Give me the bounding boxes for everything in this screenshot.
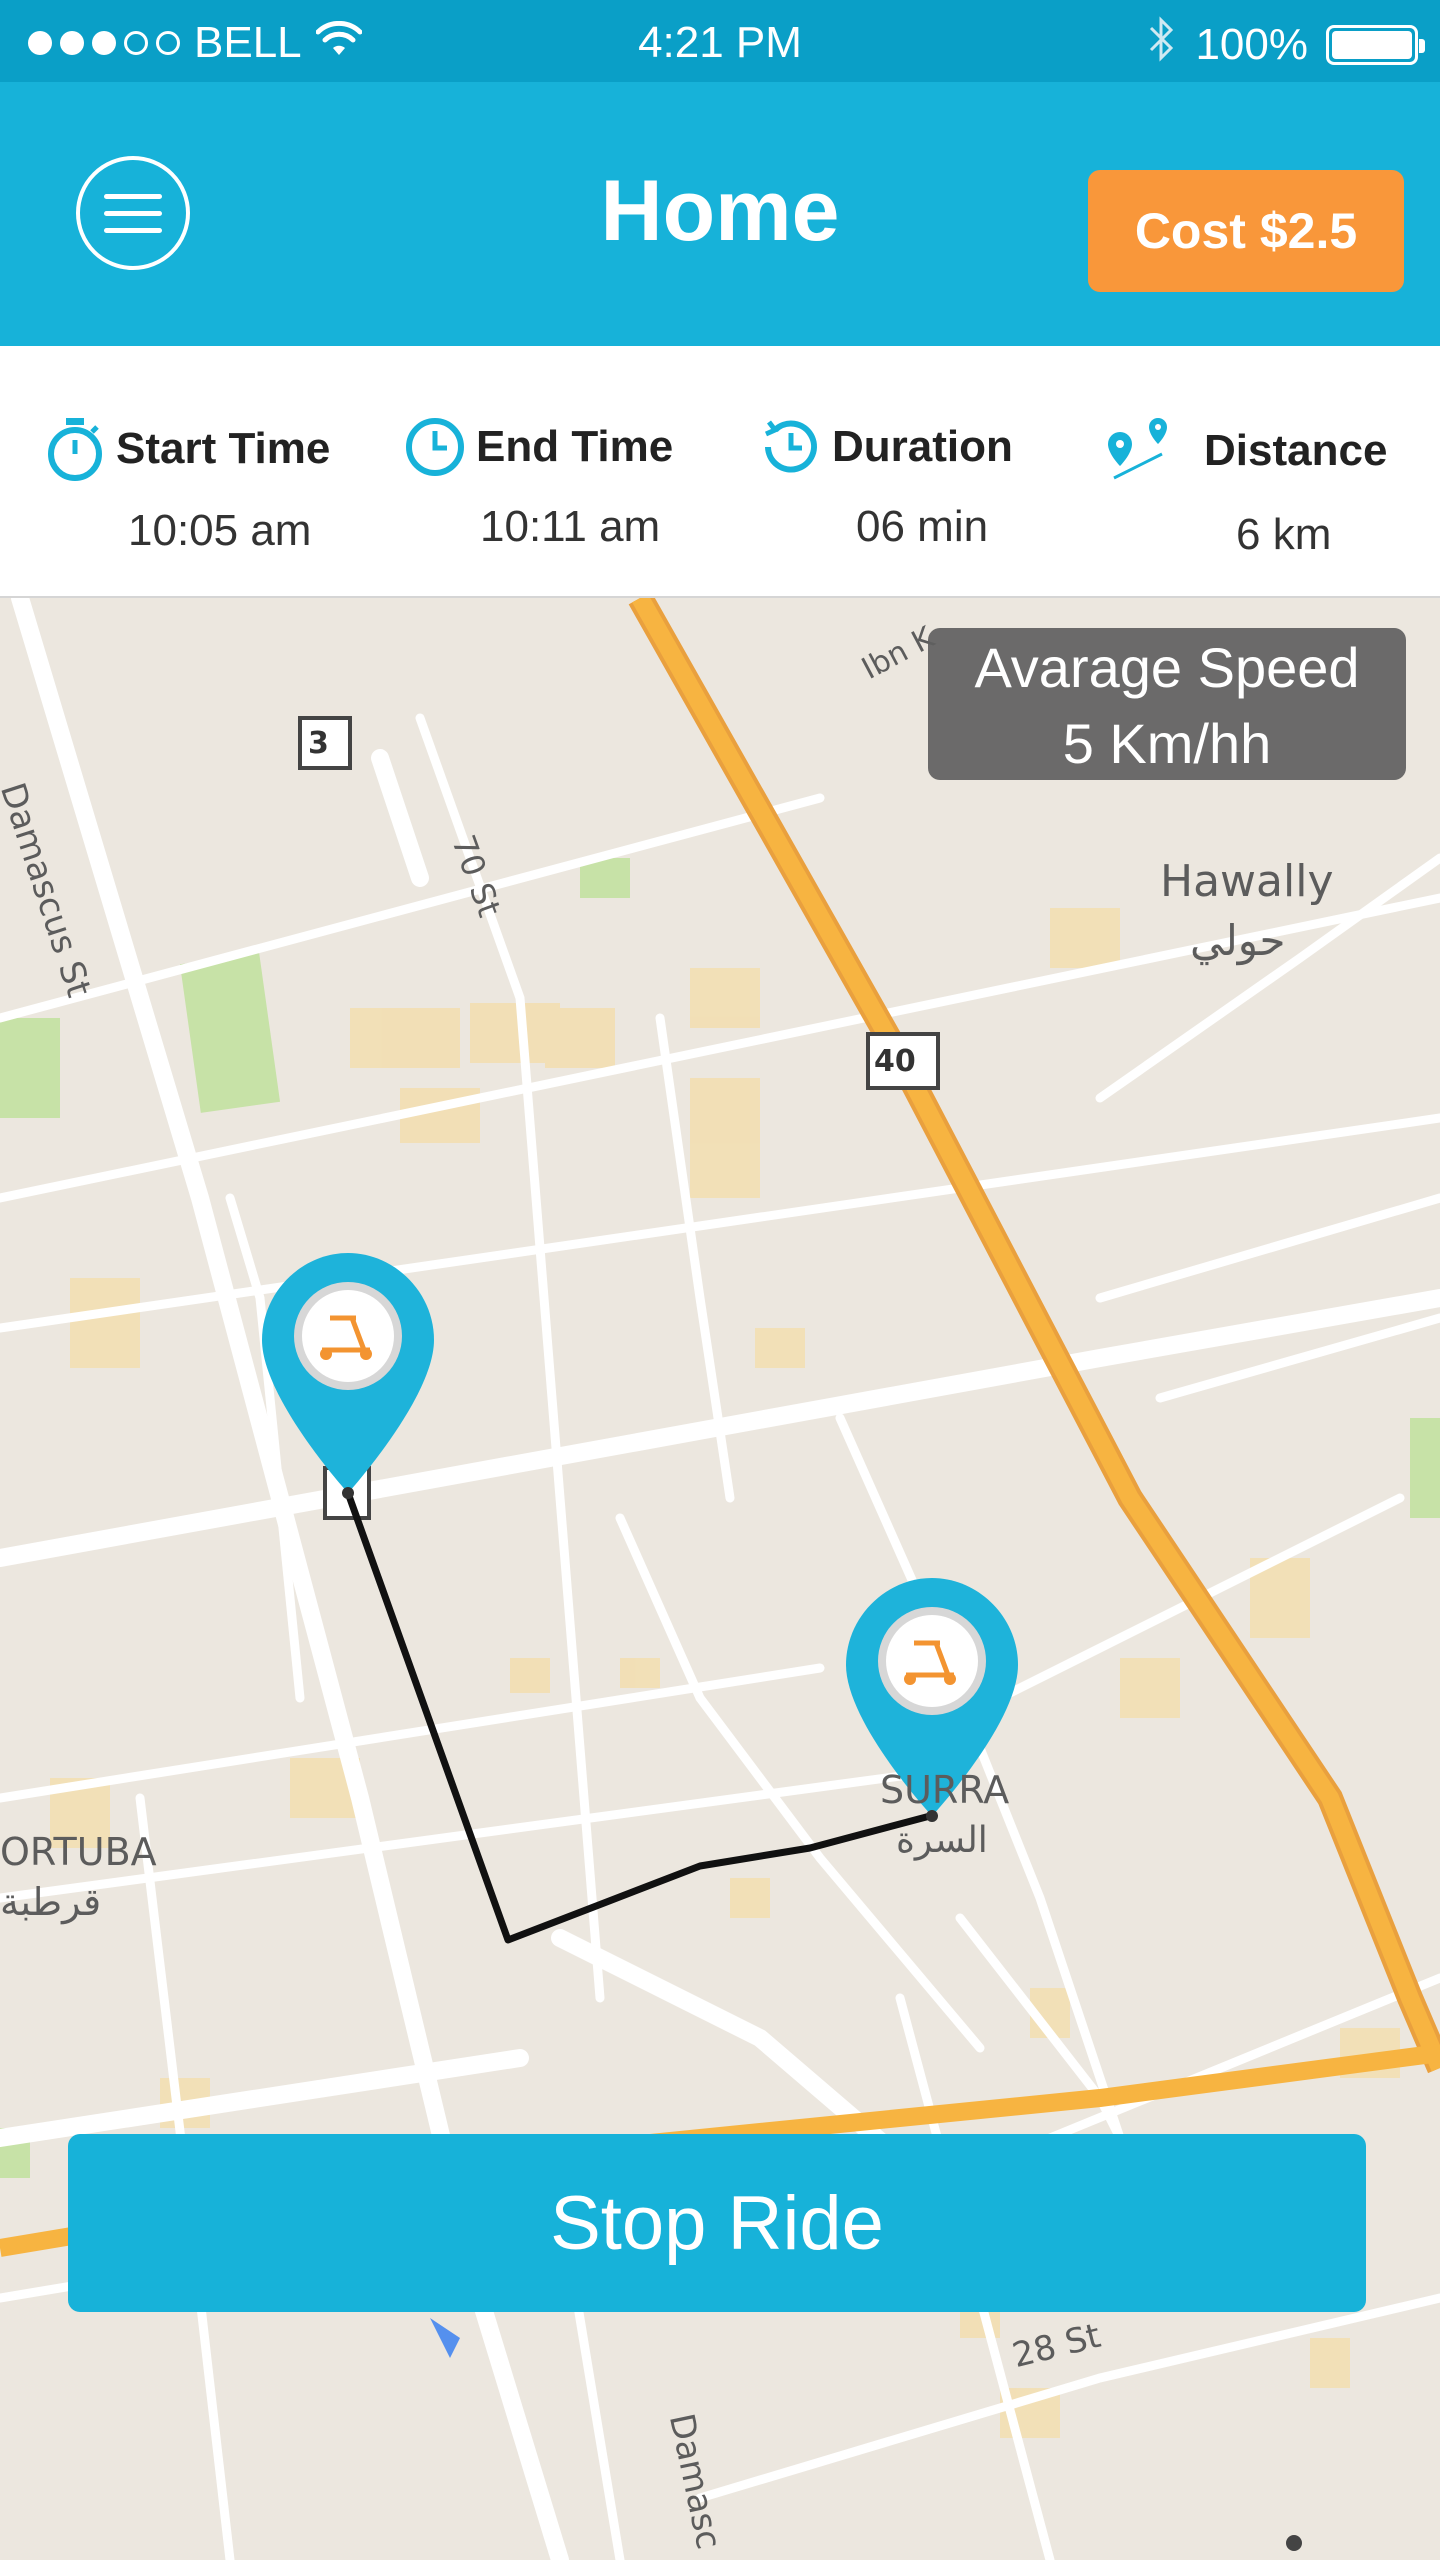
stat-label: Start Time — [116, 424, 331, 473]
area-hawally-label: Hawally — [1160, 856, 1334, 907]
status-bar: BELL 4:21 PM 100% — [0, 0, 1440, 82]
average-speed-card: Avarage Speed 5 Km/hh — [928, 628, 1406, 780]
route-40-sign: 40 — [874, 1044, 916, 1079]
stat-label: Distance — [1204, 426, 1388, 475]
status-right: 100% — [1147, 16, 1425, 73]
stop-ride-button[interactable]: Stop Ride — [68, 2134, 1366, 2312]
stat-label: End Time — [476, 422, 674, 471]
average-speed-title: Avarage Speed — [974, 636, 1360, 699]
battery-percent: 100% — [1195, 19, 1308, 69]
route-pins-icon — [1100, 416, 1180, 486]
stat-end-time: End Time 10:11 am — [404, 416, 673, 552]
area-surra-ar-label: السرة — [896, 1820, 988, 1861]
stat-distance: Distance 6 km — [1100, 416, 1387, 560]
ride-stats: Start Time 10:05 am End Time 10:11 am Du… — [0, 346, 1440, 598]
stat-value: 10:11 am — [480, 502, 661, 551]
stat-start-time: Start Time 10:05 am — [44, 416, 330, 556]
route-3-sign: 3 — [308, 726, 329, 761]
stat-value: 06 min — [856, 502, 989, 551]
area-qurtuba-label: ORTUBA — [0, 1830, 157, 1874]
stat-label: Duration — [832, 422, 1013, 471]
battery-icon — [1326, 24, 1425, 65]
cost-button[interactable]: Cost $2.5 — [1088, 170, 1404, 292]
area-surra-label: SURRA — [880, 1768, 1010, 1812]
area-hawally-ar-label: حولي — [1190, 916, 1286, 965]
stat-value: 10:05 am — [128, 506, 312, 555]
app-header: Home Cost $2.5 — [0, 82, 1440, 346]
average-speed-value: 5 Km/hh — [1062, 712, 1272, 775]
area-qurtuba-ar-label: قرطبة — [0, 1880, 102, 1924]
clock-icon — [404, 416, 466, 478]
stat-duration: Duration 06 min — [756, 416, 1013, 552]
stat-value: 6 km — [1236, 510, 1332, 559]
history-clock-icon — [756, 416, 822, 478]
bluetooth-icon — [1147, 16, 1177, 73]
stopwatch-icon — [44, 416, 106, 482]
